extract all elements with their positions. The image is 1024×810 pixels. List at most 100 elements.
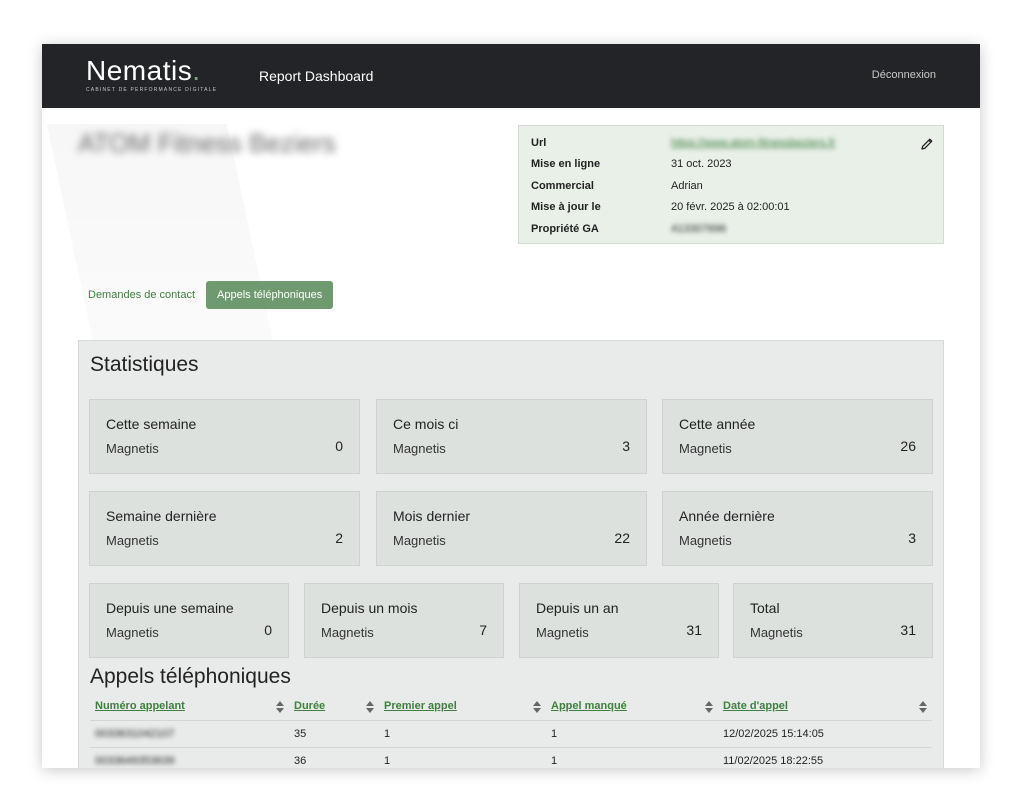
caller-number: 0033631042107 [90, 720, 289, 748]
stat-card-source: Magnetis [679, 533, 732, 548]
app-window: Nematis. CABINET DE PERFORMANCE DIGITALE… [42, 44, 980, 768]
missed-call-flag: 1 [546, 720, 718, 748]
site-url-link[interactable]: https://www.atom-fitnessbeziers.fr [671, 137, 835, 149]
table-header-row: Numéro appelant Durée Premier appel Appe… [90, 693, 932, 721]
column-header-missed-call[interactable]: Appel manqué [546, 693, 718, 721]
stat-card-source: Magnetis [536, 625, 589, 640]
sort-icon[interactable] [533, 700, 541, 713]
statistics-title: Statistiques [90, 353, 199, 376]
info-value: 31 oct. 2023 [671, 158, 732, 171]
stat-card-title: Mois dernier [393, 508, 471, 524]
stat-card: Année dernière Magnetis 3 [662, 491, 933, 566]
column-header-duration[interactable]: Durée [289, 693, 379, 721]
sort-icon[interactable] [366, 700, 374, 713]
statistics-panel: Statistiques Cette semaine Magnetis 0 Ce… [78, 340, 944, 768]
stat-card-title: Année dernière [679, 508, 775, 524]
stat-card-source: Magnetis [679, 441, 732, 456]
sort-icon[interactable] [705, 700, 713, 713]
stat-card: Depuis un an Magnetis 31 [519, 583, 719, 658]
tab-phone-calls[interactable]: Appels téléphoniques [206, 281, 334, 309]
stat-card: Depuis une semaine Magnetis 0 [89, 583, 289, 658]
info-label: Commercial [531, 179, 594, 192]
stat-card: Cette année Magnetis 26 [662, 399, 933, 474]
info-label: Url [531, 136, 547, 149]
column-label: Numéro appelant [95, 699, 185, 712]
info-label: Propriété GA [531, 222, 599, 235]
stat-card: Semaine dernière Magnetis 2 [89, 491, 360, 566]
call-date: 12/02/2025 15:14:05 [718, 720, 932, 748]
stat-card: Mois dernier Magnetis 22 [376, 491, 647, 566]
column-label: Durée [294, 699, 326, 712]
logout-link[interactable]: Déconnexion [872, 69, 936, 81]
report-tabs: Demandes de contact Appels téléphoniques [82, 281, 334, 309]
column-header-first-call[interactable]: Premier appel [379, 693, 546, 721]
stat-card-value: 0 [264, 622, 272, 638]
stat-card-value: 7 [479, 622, 487, 638]
info-label: Mise à jour le [531, 201, 601, 214]
logo-word: Nematis [86, 55, 193, 86]
stat-card-value: 31 [686, 622, 702, 638]
stat-card-value: 26 [900, 438, 916, 454]
stat-card-title: Semaine dernière [106, 508, 217, 524]
stat-card-value: 3 [622, 438, 630, 454]
stat-card-source: Magnetis [393, 441, 446, 456]
column-label: Date d'appel [723, 699, 788, 712]
pencil-icon[interactable] [919, 136, 935, 152]
sort-icon[interactable] [919, 700, 927, 713]
table-row[interactable]: 0033649353639 36 1 1 11/02/2025 18:22:55 [90, 747, 932, 768]
stat-card-title: Total [750, 600, 780, 616]
column-header-caller[interactable]: Numéro appelant [90, 693, 289, 721]
stat-card-source: Magnetis [106, 441, 159, 456]
logo-dot: . [192, 55, 201, 86]
stat-card-title: Depuis un mois [321, 600, 418, 616]
stat-card-title: Depuis une semaine [106, 600, 234, 616]
nematis-logo[interactable]: Nematis. CABINET DE PERFORMANCE DIGITALE [86, 55, 218, 94]
calls-table: Numéro appelant Durée Premier appel Appe… [90, 693, 932, 768]
stat-card-value: 0 [335, 438, 343, 454]
stat-card: Depuis un mois Magnetis 7 [304, 583, 504, 658]
column-label: Premier appel [384, 699, 457, 712]
call-date: 11/02/2025 18:22:55 [718, 747, 932, 768]
stat-card-source: Magnetis [393, 533, 446, 548]
client-name: ATOM Fitness Beziers [78, 128, 336, 158]
stat-card-value: 22 [614, 530, 630, 546]
info-row-updated: Mise à jour le 20 févr. 2025 à 02:00:01 [531, 197, 931, 219]
info-label: Mise en ligne [531, 158, 601, 171]
nav-title[interactable]: Report Dashboard [259, 68, 373, 84]
stat-card-source: Magnetis [750, 625, 803, 640]
info-row-url: Url https://www.atom-fitnessbeziers.fr [531, 132, 931, 154]
column-header-call-date[interactable]: Date d'appel [718, 693, 932, 721]
top-navbar: Nematis. CABINET DE PERFORMANCE DIGITALE… [42, 44, 980, 108]
stat-card-title: Ce mois ci [393, 416, 459, 432]
stat-card-title: Cette semaine [106, 416, 197, 432]
missed-call-flag: 1 [546, 747, 718, 768]
first-call-flag: 1 [379, 747, 546, 768]
ga-property-value: 413307696 [671, 222, 727, 235]
info-row-online: Mise en ligne 31 oct. 2023 [531, 154, 931, 176]
table-row[interactable]: 0033631042107 35 1 1 12/02/2025 15:14:05 [90, 720, 932, 748]
site-info-panel: Url https://www.atom-fitnessbeziers.fr M… [518, 125, 944, 244]
info-row-sales: Commercial Adrian [531, 175, 931, 197]
stat-card-value: 3 [908, 530, 916, 546]
call-duration: 35 [289, 720, 379, 748]
info-value: Adrian [671, 179, 703, 192]
stat-card-value: 31 [900, 622, 916, 638]
info-value: 20 févr. 2025 à 02:00:01 [671, 201, 790, 214]
stat-card-source: Magnetis [106, 625, 159, 640]
info-row-ga: Propriété GA 413307696 [531, 218, 931, 240]
stat-card: Ce mois ci Magnetis 3 [376, 399, 647, 474]
stat-card-value: 2 [335, 530, 343, 546]
call-duration: 36 [289, 747, 379, 768]
caller-number: 0033649353639 [90, 747, 289, 768]
stat-card-source: Magnetis [321, 625, 374, 640]
calls-title: Appels téléphoniques [90, 665, 291, 688]
stat-card-title: Depuis un an [536, 600, 619, 616]
stat-card: Cette semaine Magnetis 0 [89, 399, 360, 474]
tab-contact-requests[interactable]: Demandes de contact [88, 289, 195, 301]
logo-tagline: CABINET DE PERFORMANCE DIGITALE [86, 87, 218, 93]
stat-card: Total Magnetis 31 [733, 583, 933, 658]
sort-icon[interactable] [276, 700, 284, 713]
stat-card-source: Magnetis [106, 533, 159, 548]
stat-card-title: Cette année [679, 416, 756, 432]
column-label: Appel manqué [551, 699, 627, 712]
